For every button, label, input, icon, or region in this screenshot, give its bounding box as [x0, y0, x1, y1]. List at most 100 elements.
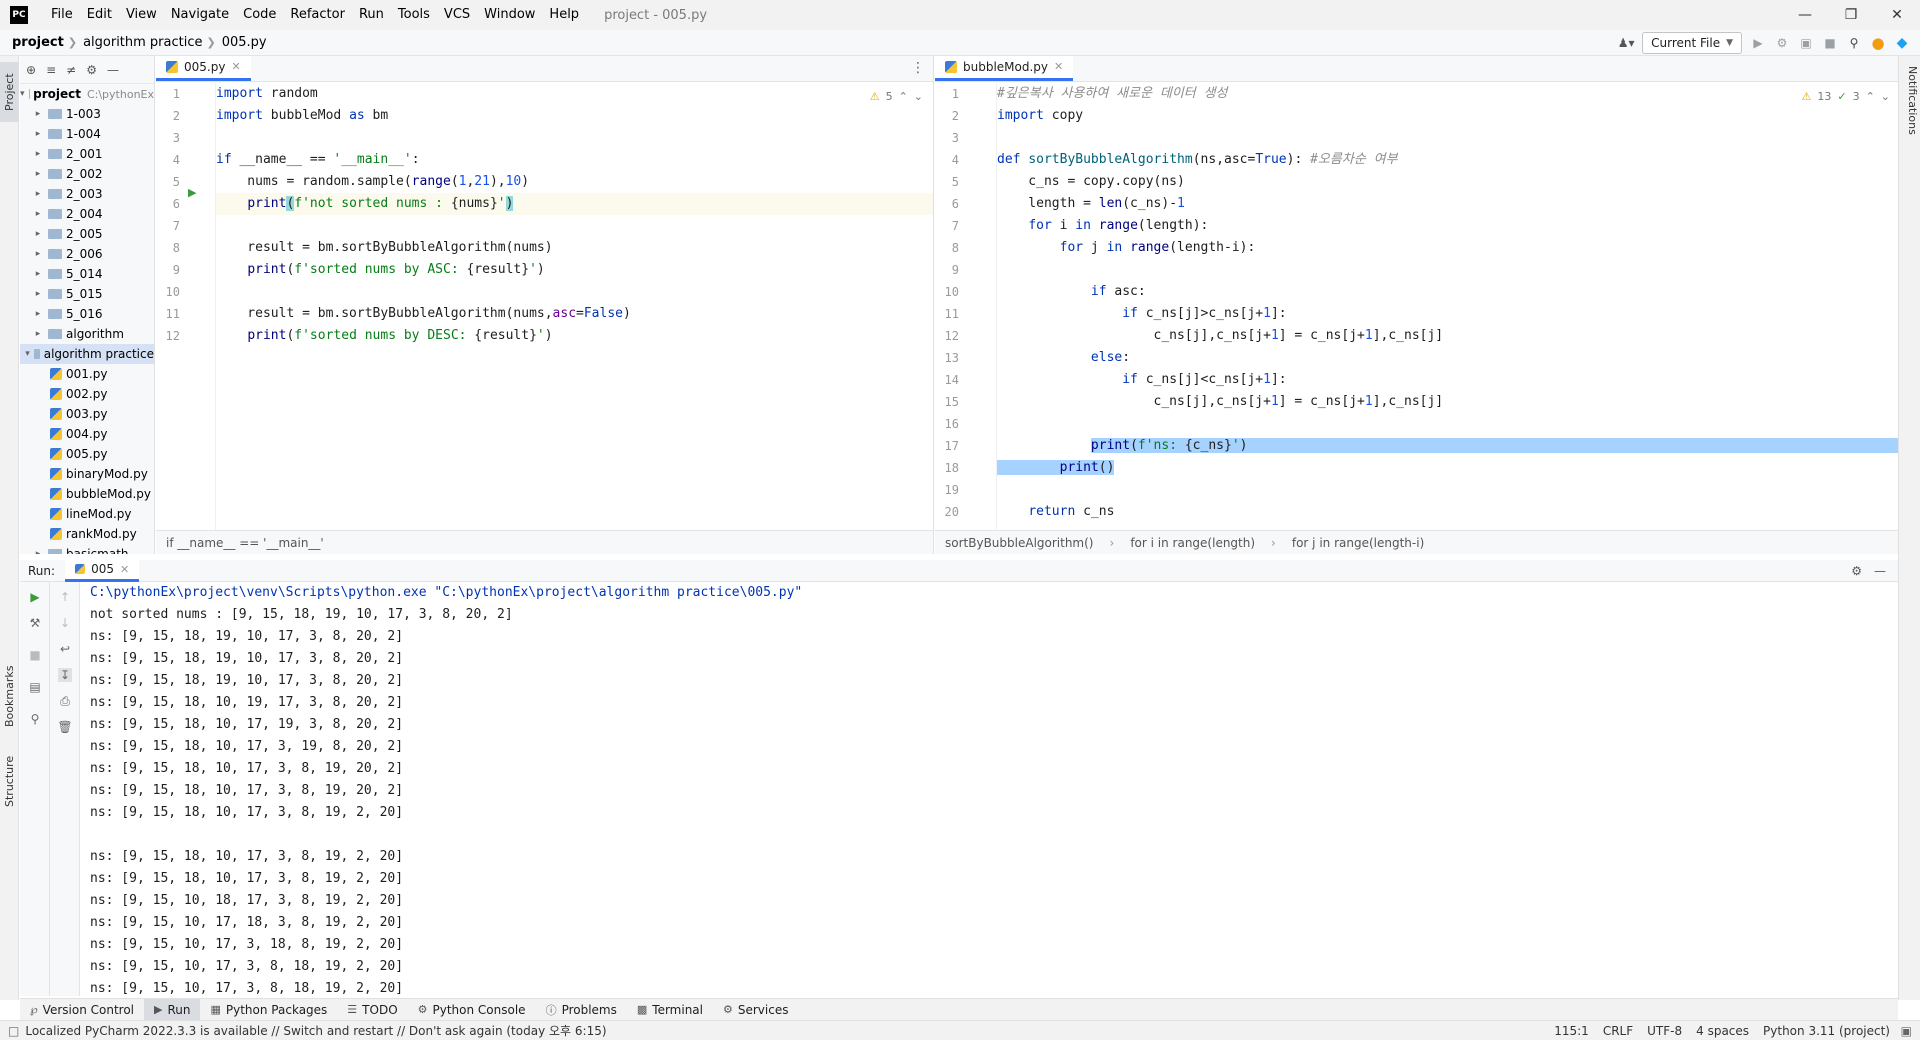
wrench-icon[interactable]: ⚒ [28, 616, 42, 630]
tree-file[interactable]: 004.py [20, 424, 154, 444]
run-tab[interactable]: 005 ✕ [65, 559, 140, 582]
tree-folder[interactable]: ▸ basicmath [20, 544, 154, 554]
gear-icon[interactable]: ⚙ [1851, 564, 1862, 578]
tool-terminal[interactable]: ▩ Terminal [627, 999, 713, 1021]
close-icon[interactable]: ✕ [120, 563, 129, 576]
chevron-down-icon[interactable]: ▾ [20, 89, 25, 99]
run-gutter-icon[interactable]: ▶ [188, 186, 196, 199]
menu-tools[interactable]: Tools [391, 0, 437, 30]
scroll-to-end-icon[interactable]: ↧ [58, 668, 72, 682]
console-output[interactable]: C:\pythonEx\project\venv\Scripts\python.… [80, 582, 1898, 996]
tree-folder[interactable]: ▸ 1-004 [20, 124, 154, 144]
stop-icon[interactable]: ■ [1822, 35, 1838, 51]
pin-icon[interactable]: ⚲ [28, 712, 42, 726]
search-icon[interactable]: ⚲ [1846, 35, 1862, 51]
close-icon[interactable]: ✕ [1054, 60, 1063, 73]
trash-icon[interactable]: 🗑 [57, 720, 72, 734]
tree-folder[interactable]: ▸ 5_014 [20, 264, 154, 284]
breadcrumb-item[interactable]: sortByBubbleAlgorithm() [945, 536, 1094, 550]
chevron-right-icon[interactable]: ▸ [32, 169, 44, 179]
debug-icon[interactable]: ⚙ [1774, 35, 1790, 51]
collapse-all-icon[interactable]: ≠ [66, 63, 76, 77]
breadcrumb-project[interactable]: project [0, 35, 64, 50]
stop-icon[interactable]: ■ [28, 648, 42, 662]
menu-code[interactable]: Code [236, 0, 283, 30]
tree-root[interactable]: ▾ project C:\pythonEx [20, 84, 154, 104]
notifications-tool-tab[interactable]: Notifications [1901, 66, 1919, 166]
update-icon[interactable]: ● [1870, 34, 1886, 52]
line-separator[interactable]: CRLF [1603, 1024, 1633, 1038]
arrow-down-icon[interactable]: ↓ [58, 616, 72, 630]
jetbrains-icon[interactable]: ◆ [1894, 35, 1910, 51]
menu-vcs[interactable]: VCS [437, 0, 477, 30]
coverage-icon[interactable]: ▣ [1798, 35, 1814, 51]
tree-folder[interactable]: ▸ 2_001 [20, 144, 154, 164]
chevron-right-icon[interactable]: ▸ [32, 149, 44, 159]
menu-navigate[interactable]: Navigate [164, 0, 236, 30]
editor-tab-005[interactable]: 005.py ✕ [156, 56, 251, 81]
editor-tab-bubblemod[interactable]: bubbleMod.py ✕ [935, 56, 1074, 81]
tree-file[interactable]: bubbleMod.py [20, 484, 154, 504]
tool-services[interactable]: ⚙ Services [713, 999, 798, 1021]
restore-icon[interactable]: ❐ [1828, 0, 1874, 30]
rerun-icon[interactable]: ▶ [28, 590, 42, 604]
tree-folder[interactable]: ▸ 5_016 [20, 304, 154, 324]
expand-all-icon[interactable]: ≡ [46, 63, 56, 77]
python-interpreter[interactable]: Python 3.11 (project) [1763, 1024, 1890, 1038]
menu-view[interactable]: View [119, 0, 164, 30]
caret-position[interactable]: 115:1 [1554, 1024, 1589, 1038]
minimize-icon[interactable]: — [1782, 0, 1828, 30]
hide-icon[interactable]: — [1874, 564, 1886, 578]
breadcrumb-item[interactable]: for i in range(length) [1130, 536, 1255, 550]
project-tool-tab[interactable]: Project [0, 62, 19, 122]
menu-refactor[interactable]: Refactor [283, 0, 352, 30]
tree-file[interactable]: 002.py [20, 384, 154, 404]
menu-run[interactable]: Run [352, 0, 391, 30]
code-area[interactable]: import random import bubbleMod as bm if … [216, 83, 933, 530]
layout-icon[interactable]: ▤ [28, 680, 42, 694]
chevron-right-icon[interactable]: ▸ [32, 249, 44, 259]
close-icon[interactable]: ✕ [1874, 0, 1920, 30]
chevron-down-icon[interactable]: ▾ [25, 349, 30, 359]
breadcrumb-item[interactable]: for j in range(length-i) [1292, 536, 1424, 550]
indent-setting[interactable]: 4 spaces [1696, 1024, 1749, 1038]
breadcrumb-folder[interactable]: algorithm practice [77, 35, 202, 50]
notification-icon[interactable]: □ [0, 1024, 19, 1038]
more-icon[interactable]: ⋮ [911, 60, 925, 76]
tree-folder[interactable]: ▸ 5_015 [20, 284, 154, 304]
menu-file[interactable]: File [44, 0, 80, 30]
tree-file[interactable]: binaryMod.py [20, 464, 154, 484]
structure-tool-tab[interactable]: Structure [0, 746, 19, 816]
chevron-right-icon[interactable]: ▸ [32, 129, 44, 139]
tree-folder-open[interactable]: ▾ algorithm practice [20, 344, 154, 364]
tree-folder[interactable]: ▸ 2_004 [20, 204, 154, 224]
menu-help[interactable]: Help [542, 0, 586, 30]
chevron-right-icon[interactable]: ▸ [32, 109, 44, 119]
chevron-right-icon[interactable]: ▸ [32, 269, 44, 279]
run-config-select[interactable]: Current File ▼ [1642, 32, 1742, 54]
status-message[interactable]: Localized PyCharm 2022.3.3 is available … [19, 1022, 606, 1039]
hide-icon[interactable]: — [107, 63, 119, 77]
chevron-right-icon[interactable]: ▸ [32, 229, 44, 239]
tree-folder[interactable]: ▸ 2_005 [20, 224, 154, 244]
print-icon[interactable]: ⎙ [58, 694, 72, 708]
file-encoding[interactable]: UTF-8 [1647, 1024, 1682, 1038]
tree-folder[interactable]: ▸ algorithm [20, 324, 154, 344]
tool-problems[interactable]: ⓘ Problems [536, 999, 627, 1021]
tree-file[interactable]: lineMod.py [20, 504, 154, 524]
menu-window[interactable]: Window [477, 0, 542, 30]
tool-python-console[interactable]: ⚙ Python Console [408, 999, 536, 1021]
chevron-right-icon[interactable]: ▸ [32, 309, 44, 319]
tool-run[interactable]: ▶ Run [144, 998, 201, 1021]
user-icon[interactable]: ♟▾ [1618, 35, 1635, 51]
tree-file[interactable]: 005.py [20, 444, 154, 464]
close-icon[interactable]: ✕ [231, 60, 240, 73]
soft-wrap-icon[interactable]: ↩ [58, 642, 72, 656]
tool-python-packages[interactable]: ▦ Python Packages [200, 999, 337, 1021]
chevron-right-icon[interactable]: ▸ [32, 289, 44, 299]
tool-version-control[interactable]: ℘ Version Control [20, 999, 144, 1021]
tree-file[interactable]: 001.py [20, 364, 154, 384]
tree-folder[interactable]: ▸ 2_003 [20, 184, 154, 204]
breadcrumb-file[interactable]: 005.py [216, 35, 267, 50]
tree-folder[interactable]: ▸ 1-003 [20, 104, 154, 124]
